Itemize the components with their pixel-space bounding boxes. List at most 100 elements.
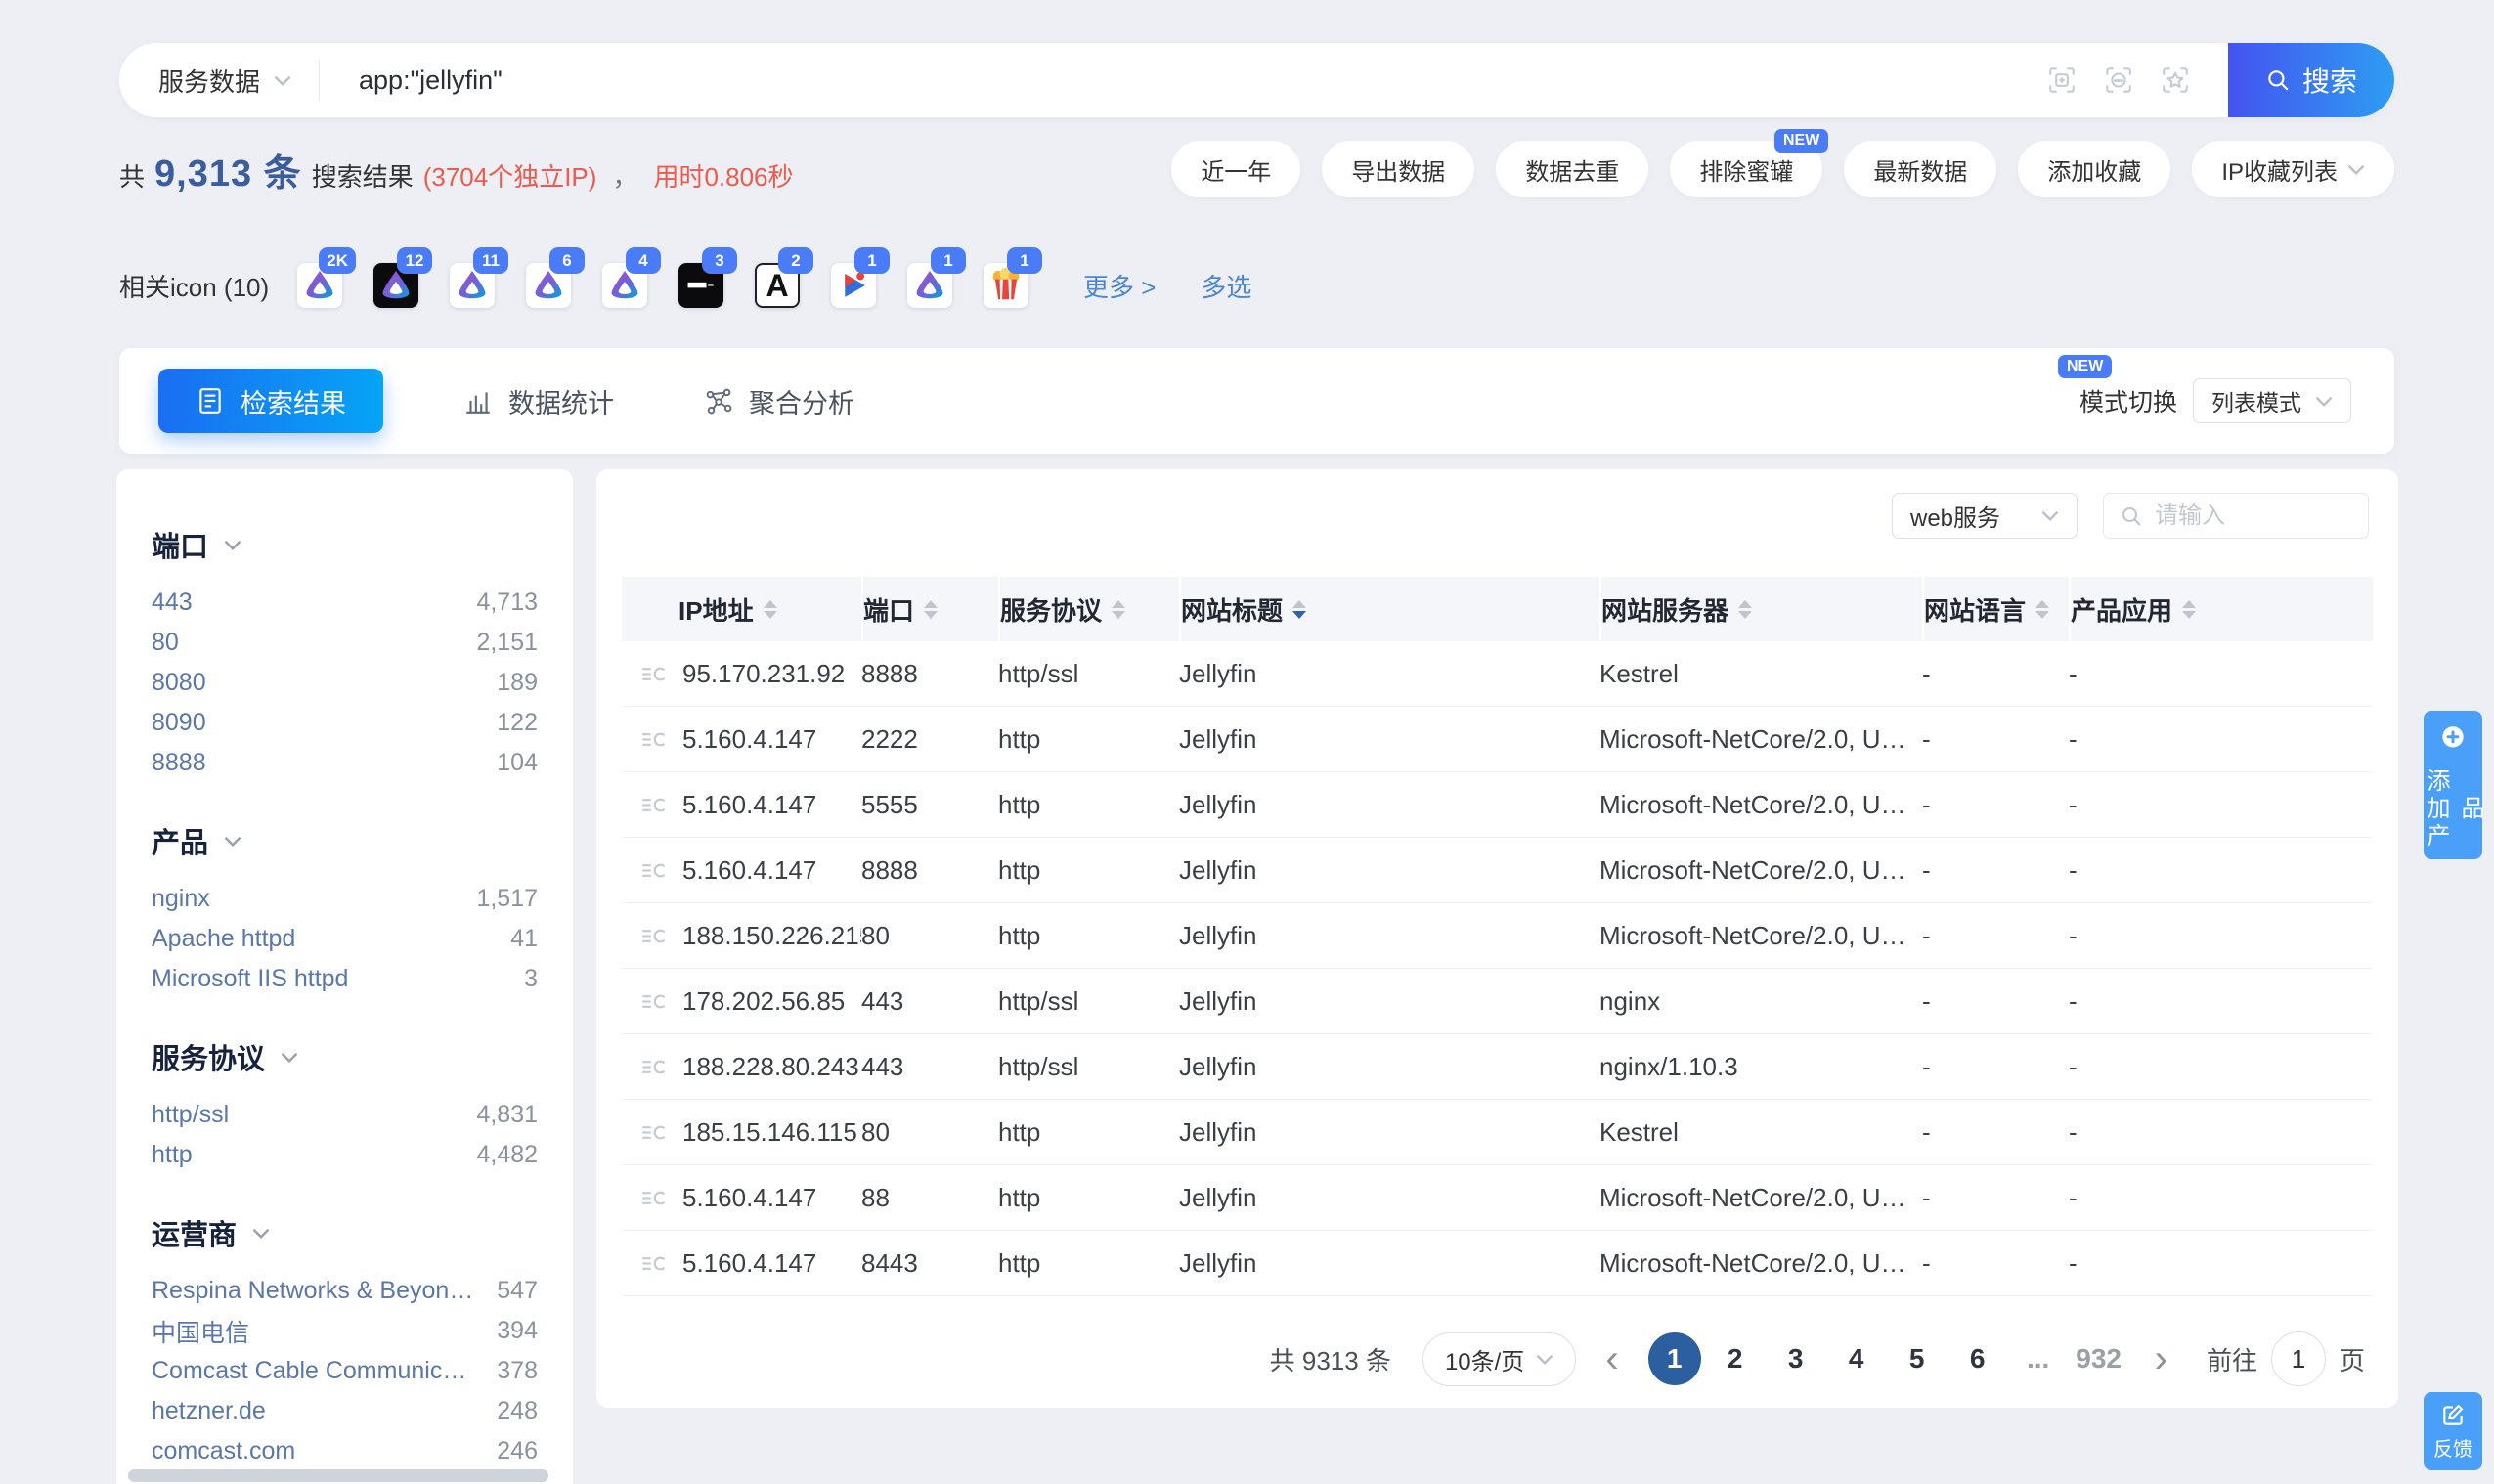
- page-number[interactable]: 3: [1770, 1332, 1822, 1385]
- filter-section-header[interactable]: 端口: [152, 524, 538, 565]
- filter-section-header[interactable]: 运营商: [152, 1212, 538, 1253]
- column-header[interactable]: 服务协议: [998, 577, 1179, 641]
- prev-page-button[interactable]: ‹: [1599, 1339, 1624, 1378]
- related-app-icon[interactable]: 2 A: [755, 263, 800, 308]
- action-button[interactable]: 导出数据: [1322, 141, 1474, 197]
- related-app-icon[interactable]: 11: [450, 263, 495, 308]
- ip-value[interactable]: 5.160.4.147: [682, 1183, 816, 1213]
- favorite-star-icon[interactable]: [2160, 65, 2191, 96]
- related-app-icon[interactable]: 1: [907, 263, 952, 308]
- ip-value[interactable]: 178.202.56.85: [682, 986, 845, 1017]
- mode-select[interactable]: 列表模式: [2193, 378, 2351, 423]
- related-app-icon[interactable]: 1: [984, 263, 1028, 308]
- related-app-icon[interactable]: 6: [526, 263, 571, 308]
- face-scan-icon[interactable]: [2103, 65, 2134, 96]
- related-app-icon[interactable]: 1: [831, 263, 876, 308]
- ip-value[interactable]: 188.228.80.243: [682, 1052, 859, 1082]
- ip-value[interactable]: 5.160.4.147: [682, 855, 816, 886]
- table-row[interactable]: 5.160.4.147 8888 http Jellyfin Microsoft…: [622, 838, 2373, 903]
- expand-row-icon[interactable]: [641, 1255, 671, 1272]
- service-type-select[interactable]: web服务: [1892, 493, 2078, 539]
- page-number[interactable]: 4: [1830, 1332, 1883, 1385]
- multi-select-link[interactable]: 多选: [1201, 268, 1251, 304]
- filter-section-header[interactable]: 服务协议: [152, 1036, 538, 1077]
- filter-value-link[interactable]: 443: [152, 589, 193, 617]
- filter-value-link[interactable]: Comcast Cable Communication...: [152, 1357, 474, 1385]
- filter-value-link[interactable]: 中国电信: [152, 1314, 249, 1349]
- page-number[interactable]: 6: [1951, 1332, 2004, 1385]
- feedback-button[interactable]: 反馈: [2424, 1392, 2482, 1470]
- filter-value-link[interactable]: 80: [152, 629, 179, 657]
- table-row[interactable]: 95.170.231.92 8888 http/ssl Jellyfin Kes…: [622, 641, 2373, 707]
- expand-row-icon[interactable]: [641, 928, 671, 944]
- filter-value-link[interactable]: http/ssl: [152, 1101, 229, 1129]
- search-category-dropdown[interactable]: 服务数据: [119, 63, 319, 99]
- ip-value[interactable]: 188.150.226.215: [682, 921, 861, 951]
- column-header[interactable]: 产品应用: [2069, 577, 2373, 641]
- tab-data-statistics[interactable]: 数据统计: [454, 369, 624, 433]
- related-app-icon[interactable]: 3: [678, 263, 723, 308]
- table-row[interactable]: 5.160.4.147 8443 http Jellyfin Microsoft…: [622, 1231, 2373, 1296]
- filter-value-link[interactable]: Respina Networks & Beyond PJ...: [152, 1277, 474, 1305]
- filter-value-link[interactable]: nginx: [152, 885, 210, 913]
- related-app-icon[interactable]: 2K: [297, 263, 342, 308]
- more-icons-link[interactable]: 更多 >: [1083, 268, 1156, 304]
- ip-value[interactable]: 5.160.4.147: [682, 724, 816, 755]
- action-button[interactable]: 数据去重: [1496, 141, 1648, 197]
- add-to-canvas-icon[interactable]: [2046, 65, 2078, 96]
- page-number[interactable]: 1: [1648, 1332, 1701, 1385]
- expand-row-icon[interactable]: [641, 1059, 671, 1075]
- page-number[interactable]: 932: [2073, 1332, 2125, 1385]
- expand-row-icon[interactable]: [641, 862, 671, 879]
- expand-row-icon[interactable]: [641, 666, 671, 682]
- next-page-button[interactable]: ›: [2149, 1339, 2173, 1378]
- page-size-select[interactable]: 10条/页: [1422, 1332, 1576, 1386]
- filter-value-link[interactable]: 8888: [152, 749, 206, 777]
- filter-value-link[interactable]: Microsoft IIS httpd: [152, 965, 348, 993]
- expand-row-icon[interactable]: [641, 1190, 671, 1206]
- column-header[interactable]: 端口: [861, 577, 998, 641]
- action-button[interactable]: IP收藏列表: [2192, 141, 2394, 197]
- table-row[interactable]: 188.228.80.243 443 http/ssl Jellyfin ngi…: [622, 1034, 2373, 1100]
- table-row[interactable]: 178.202.56.85 443 http/ssl Jellyfin ngin…: [622, 969, 2373, 1034]
- search-query-input[interactable]: [359, 65, 2046, 96]
- filter-value-link[interactable]: http: [152, 1141, 193, 1169]
- search-button[interactable]: 搜索: [2228, 43, 2394, 117]
- table-row[interactable]: 185.15.146.115 80 http Jellyfin Kestrel …: [622, 1100, 2373, 1165]
- action-button[interactable]: 排除蜜罐 NEW: [1670, 141, 1822, 197]
- table-row[interactable]: 5.160.4.147 88 http Jellyfin Microsoft-N…: [622, 1165, 2373, 1231]
- related-app-icon[interactable]: 12: [373, 263, 418, 308]
- filter-value-link[interactable]: 8090: [152, 709, 206, 737]
- scrollbar-thumb[interactable]: [128, 1469, 548, 1482]
- add-product-button[interactable]: 添加产品: [2424, 711, 2482, 859]
- expand-row-icon[interactable]: [641, 1124, 671, 1141]
- table-search-input[interactable]: [2155, 502, 2352, 530]
- page-number[interactable]: 5: [1891, 1332, 1944, 1385]
- filter-value-link[interactable]: hetzner.de: [152, 1397, 266, 1425]
- filter-value-link[interactable]: comcast.com: [152, 1437, 295, 1465]
- ip-value[interactable]: 95.170.231.92: [682, 659, 845, 689]
- column-header[interactable]: 网站标题: [1179, 577, 1599, 641]
- page-number[interactable]: ...: [2012, 1332, 2065, 1385]
- expand-row-icon[interactable]: [641, 797, 671, 813]
- table-row[interactable]: 5.160.4.147 5555 http Jellyfin Microsoft…: [622, 772, 2373, 838]
- action-button[interactable]: 添加收藏: [2018, 141, 2170, 197]
- tab-search-results[interactable]: 检索结果: [158, 369, 383, 433]
- ip-value[interactable]: 5.160.4.147: [682, 1248, 816, 1279]
- expand-row-icon[interactable]: [641, 993, 671, 1010]
- ip-value[interactable]: 5.160.4.147: [682, 790, 816, 820]
- column-header[interactable]: 网站服务器: [1599, 577, 1922, 641]
- filter-value-link[interactable]: 8080: [152, 669, 206, 697]
- tab-aggregation-analysis[interactable]: 聚合分析: [694, 369, 864, 433]
- goto-page-input[interactable]: [2271, 1331, 2326, 1386]
- page-number[interactable]: 2: [1709, 1332, 1762, 1385]
- ip-value[interactable]: 185.15.146.115: [682, 1117, 857, 1148]
- table-row[interactable]: 5.160.4.147 2222 http Jellyfin Microsoft…: [622, 707, 2373, 772]
- column-header[interactable]: 网站语言: [1922, 577, 2069, 641]
- action-button[interactable]: 最新数据: [1844, 141, 1996, 197]
- action-button[interactable]: 近一年: [1171, 141, 1300, 197]
- filter-value-link[interactable]: Apache httpd: [152, 925, 295, 953]
- expand-row-icon[interactable]: [641, 731, 671, 748]
- filter-section-header[interactable]: 产品: [152, 820, 538, 861]
- column-header[interactable]: IP地址: [622, 577, 861, 641]
